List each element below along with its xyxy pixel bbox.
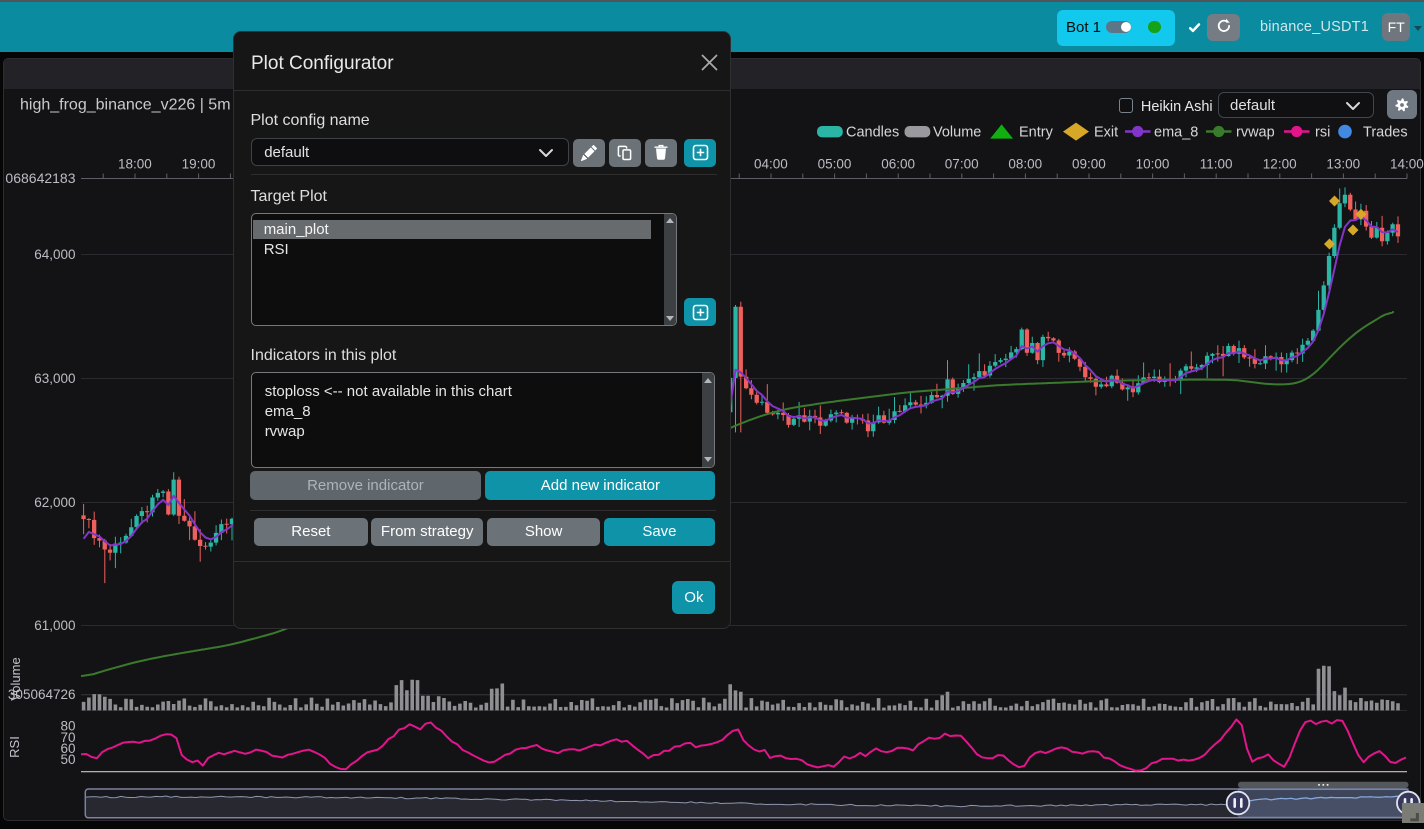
svg-text:Volume: Volume xyxy=(933,125,981,141)
svg-text:Exit: Exit xyxy=(1094,125,1118,141)
svg-text:04:00: 04:00 xyxy=(754,157,788,172)
svg-text:62,000: 62,000 xyxy=(34,495,75,510)
svg-text:Candles: Candles xyxy=(846,125,899,141)
svg-text:Trades: Trades xyxy=(1363,125,1408,141)
svg-text:13:00: 13:00 xyxy=(1326,157,1360,172)
svg-text:09:00: 09:00 xyxy=(1072,157,1106,172)
svg-text:05:00: 05:00 xyxy=(818,157,852,172)
svg-text:19:00: 19:00 xyxy=(182,157,216,172)
svg-text:50: 50 xyxy=(60,752,75,767)
svg-text:high_frog_binance_v226 | 5m: high_frog_binance_v226 | 5m xyxy=(20,97,231,114)
svg-text:rvwap: rvwap xyxy=(1236,125,1275,141)
svg-text:06:00: 06:00 xyxy=(881,157,915,172)
svg-text:Volume: Volume xyxy=(8,657,23,700)
svg-text:12:00: 12:00 xyxy=(1263,157,1297,172)
svg-text:Entry: Entry xyxy=(1019,125,1054,141)
svg-text:10:00: 10:00 xyxy=(1136,157,1170,172)
svg-text:08:00: 08:00 xyxy=(1008,157,1042,172)
svg-text:ema_8: ema_8 xyxy=(1154,125,1198,141)
svg-text:068642183: 068642183 xyxy=(5,170,75,186)
svg-text:14:00: 14:00 xyxy=(1390,157,1424,172)
svg-text:18:00: 18:00 xyxy=(118,157,152,172)
svg-text:RSI: RSI xyxy=(7,736,22,758)
svg-text:63,000: 63,000 xyxy=(34,371,75,386)
svg-text:61,000: 61,000 xyxy=(34,618,75,633)
svg-text:rsi: rsi xyxy=(1315,125,1330,141)
svg-text:07:00: 07:00 xyxy=(945,157,979,172)
svg-text:11:00: 11:00 xyxy=(1200,157,1233,172)
svg-text:64,000: 64,000 xyxy=(34,247,75,262)
